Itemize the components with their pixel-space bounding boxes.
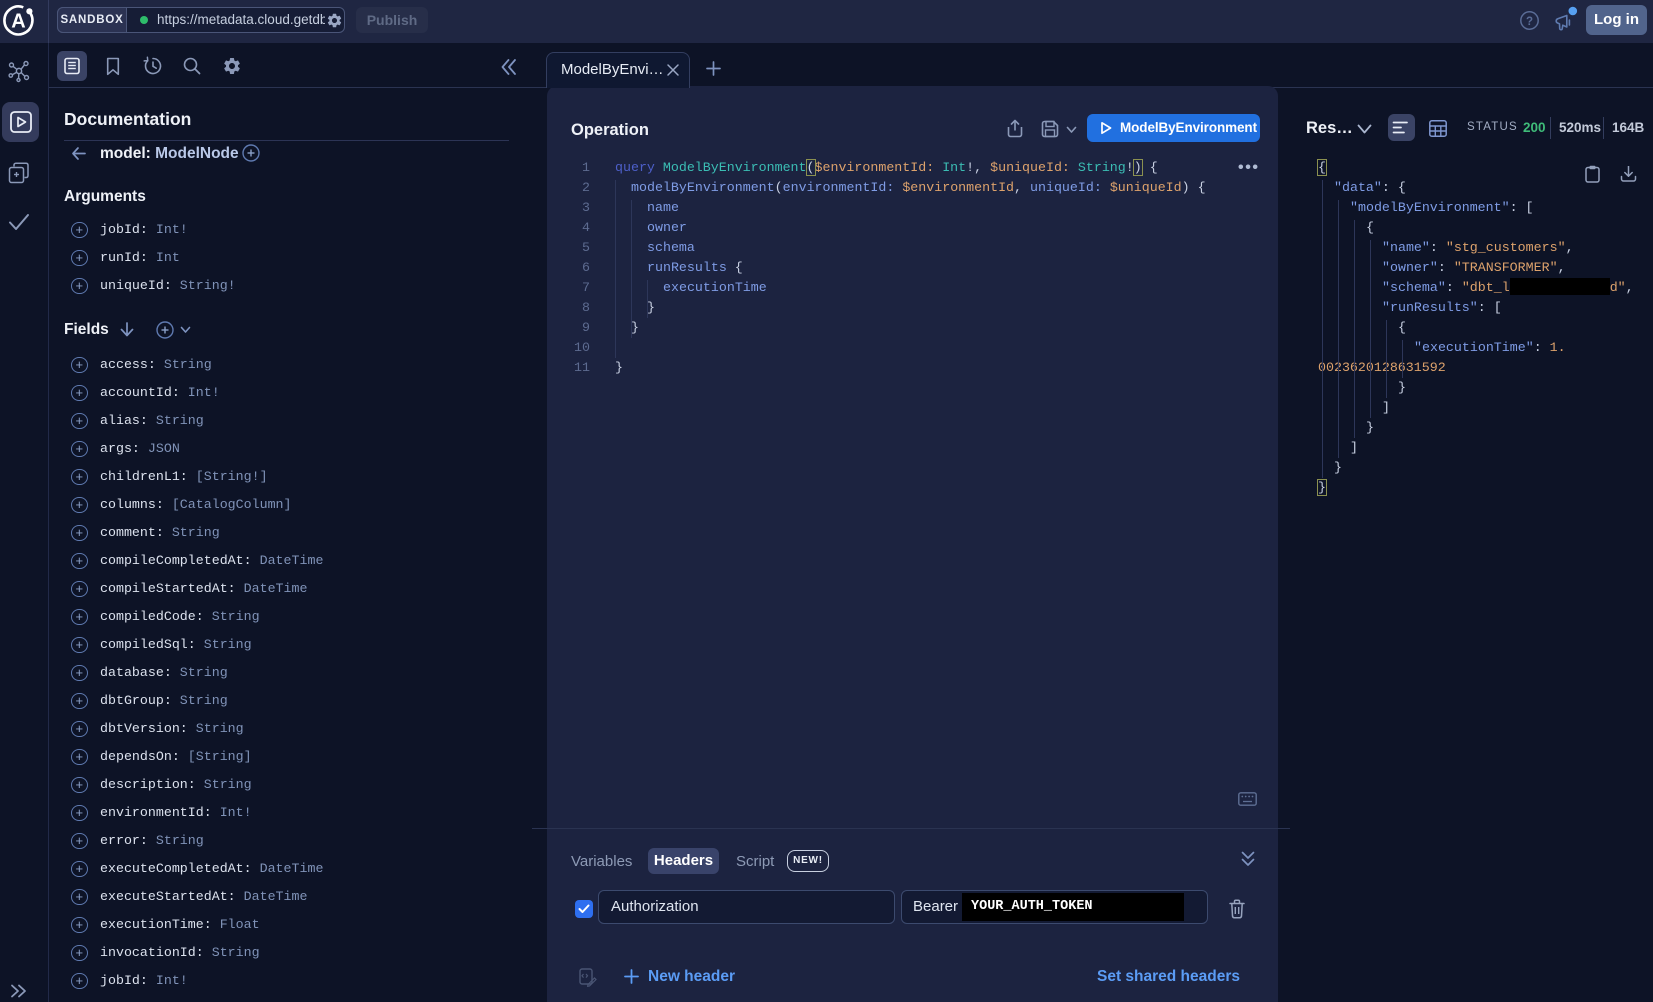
svg-text:A: A (11, 11, 25, 33)
svg-text:?: ? (1526, 16, 1533, 28)
